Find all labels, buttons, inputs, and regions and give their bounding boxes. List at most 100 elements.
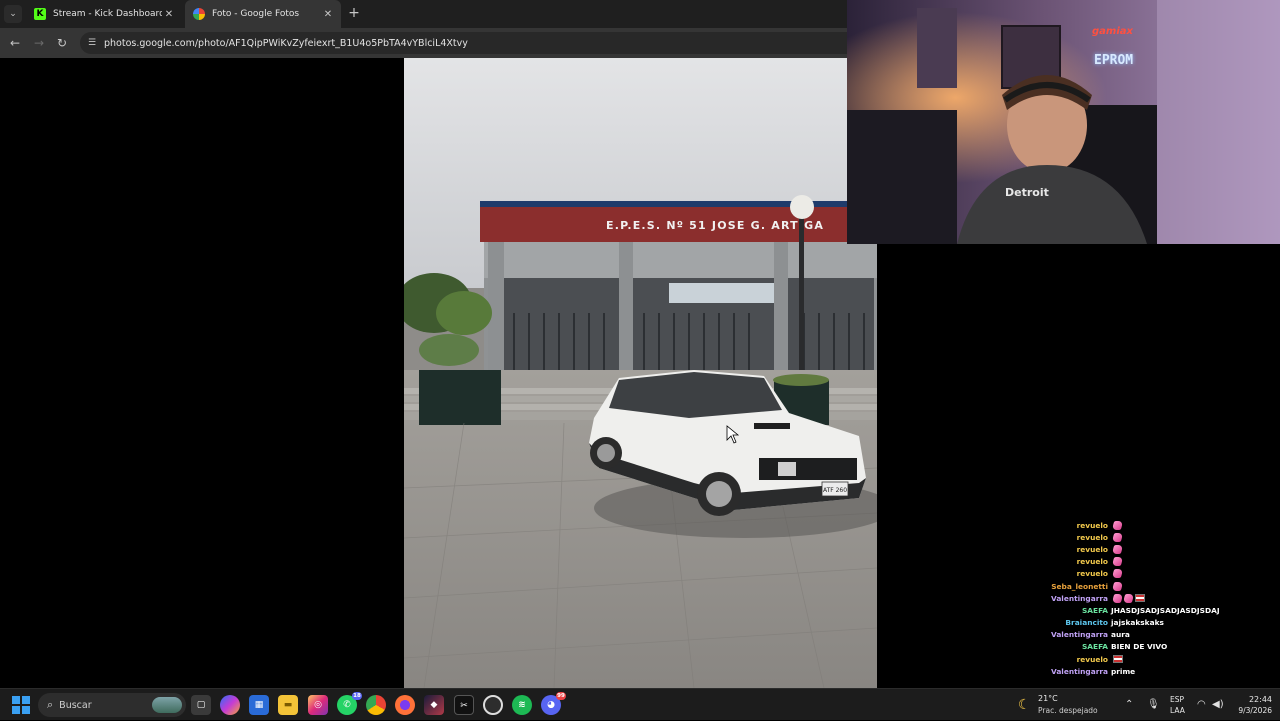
chat-username[interactable]: revuelo xyxy=(1040,655,1111,664)
chat-username[interactable]: Braiancito xyxy=(1040,618,1111,627)
clock[interactable]: 22:44 9/3/2026 xyxy=(1232,689,1272,721)
search-highlight-image xyxy=(152,697,182,713)
webcam-brand-logo: gamiax xyxy=(1092,26,1133,37)
discord-badge: 99 xyxy=(556,692,566,700)
tab-title: Foto - Google Fotos xyxy=(212,9,300,19)
neon-sign: EPROM xyxy=(1094,53,1134,68)
building-sign-text: E.P.E.S. Nº 51 JOSE G. ARTIGA xyxy=(606,219,824,232)
flag-emote-icon xyxy=(1135,594,1145,603)
instagram-icon[interactable]: ◎ xyxy=(308,695,328,715)
chat-username[interactable]: revuelo xyxy=(1040,521,1111,530)
chat-message: SAEFA JHASDJSADJSADJASDJSDAJ xyxy=(1040,604,1280,616)
chat-username[interactable]: revuelo xyxy=(1040,569,1111,578)
chrome-icon[interactable] xyxy=(366,695,386,715)
emote-icon xyxy=(1111,557,1124,567)
lamp-post xyxy=(799,213,804,378)
chat-username[interactable]: Valentingarra xyxy=(1040,667,1111,676)
weather-widget[interactable]: ☾ 21°C Prac. despejado xyxy=(1016,689,1116,721)
google-photos-icon xyxy=(193,8,205,20)
column xyxy=(619,242,633,374)
search-icon: ⌕ xyxy=(47,698,54,711)
bush xyxy=(419,334,479,366)
shelf xyxy=(917,8,957,88)
weather-moon-icon: ☾ xyxy=(1018,697,1031,713)
chat-username[interactable]: Seba_leonetti xyxy=(1040,582,1111,591)
car-grille xyxy=(759,458,857,480)
chat-username[interactable]: SAEFA xyxy=(1040,606,1111,615)
whatsapp-icon[interactable]: ✆ 18 xyxy=(337,692,362,715)
chat-text: jajskakskaks xyxy=(1111,618,1164,627)
emote-icon xyxy=(1111,593,1124,603)
address-bar[interactable]: ☰ photos.google.com/photo/AF1QipPWiKvZyf… xyxy=(80,32,847,54)
chat-message: revuelo xyxy=(1040,653,1280,665)
chat-username[interactable]: revuelo xyxy=(1040,533,1111,542)
gaming-chair-left xyxy=(847,110,957,244)
chat-message-text: JHASDJSADJSADJASDJSDAJ xyxy=(1111,605,1220,615)
reload-icon[interactable]: ↻ xyxy=(53,34,71,52)
photo-scene: E.P.E.S. Nº 51 JOSE G. ARTIGA ATF 260 xyxy=(404,58,877,688)
close-tab-icon[interactable]: ✕ xyxy=(321,9,335,20)
volume-icon[interactable]: ◀) xyxy=(1212,699,1224,710)
chat-message: revuelo xyxy=(1040,531,1280,543)
chat-message-text: jajskakskaks xyxy=(1111,618,1164,628)
chat-text xyxy=(1111,655,1123,664)
chat-username[interactable]: Valentingarra xyxy=(1040,630,1111,639)
chat-username[interactable]: SAEFA xyxy=(1040,642,1111,651)
chat-overlay: revuelo revuelo revuelo revuelo revuelo Seba_… xyxy=(1040,519,1280,677)
back-arrow-icon[interactable]: ← xyxy=(6,34,24,52)
chat-message: Valentingarra xyxy=(1040,592,1280,604)
store-icon[interactable]: ▦ xyxy=(249,695,269,715)
taskbar-search[interactable]: ⌕ Buscar xyxy=(38,693,186,717)
tree xyxy=(436,291,492,335)
chat-text: aura xyxy=(1111,630,1130,639)
tab-search-chevron-icon[interactable]: ⌄ xyxy=(4,5,22,23)
taskbar: ⌕ Buscar ▢ ▦ ▬ ◎ ✆ 18 ◆ ✂ ≋ ◕ 99 ☾ 21°C Pr… xyxy=(0,688,1280,720)
chat-username[interactable]: revuelo xyxy=(1040,545,1111,554)
windows-start-icon[interactable] xyxy=(12,696,30,714)
chat-username[interactable]: revuelo xyxy=(1040,557,1111,566)
site-info-icon[interactable]: ☰ xyxy=(86,38,98,48)
car-hood-vent xyxy=(754,423,790,429)
copilot-icon[interactable] xyxy=(220,695,240,715)
emote-icon xyxy=(1111,520,1124,530)
spotify-icon[interactable]: ≋ xyxy=(512,695,532,715)
chat-username[interactable]: Valentingarra xyxy=(1040,594,1111,603)
chat-message: SAEFA BIEN DE VIVO xyxy=(1040,641,1280,653)
capcut-icon[interactable]: ✂ xyxy=(454,695,474,715)
chevron-up-icon[interactable]: ⌃ xyxy=(1125,699,1133,710)
chat-text: JHASDJSADJSADJASDJSDAJ xyxy=(1111,606,1220,615)
chat-message: revuelo xyxy=(1040,568,1280,580)
chat-message: revuelo xyxy=(1040,543,1280,555)
chat-text xyxy=(1111,557,1124,567)
new-tab-plus-icon[interactable]: + xyxy=(345,5,363,23)
obs-icon[interactable] xyxy=(483,695,503,715)
chat-text: prime xyxy=(1111,667,1135,676)
app-icon[interactable]: ◆ xyxy=(424,695,444,715)
webcam-overlay: Detroit gamiax EPROM xyxy=(847,0,1280,244)
discord-icon[interactable]: ◕ 99 xyxy=(541,692,566,715)
webcam-scene: Detroit xyxy=(847,0,1280,244)
chat-text xyxy=(1111,581,1124,591)
close-tab-icon[interactable]: ✕ xyxy=(162,9,176,20)
kick-icon: K xyxy=(34,8,46,20)
microphone-icon[interactable]: 🎙 xyxy=(1147,699,1160,710)
browser-toolbar: ← → ↻ ☰ photos.google.com/photo/AF1QipPW… xyxy=(0,28,847,58)
browser-tab-strip: ⌄ K Stream - Kick Dashboard ✕ Foto - Goo… xyxy=(0,0,847,28)
firefox-icon[interactable] xyxy=(395,695,415,715)
chat-text: BIEN DE VIVO xyxy=(1111,642,1167,651)
column xyxy=(774,242,788,374)
chat-message: Seba_leonetti xyxy=(1040,580,1280,592)
forward-arrow-icon[interactable]: → xyxy=(30,34,48,52)
chat-message-text: prime xyxy=(1111,666,1136,676)
weather-temp: 21°C xyxy=(1038,694,1058,703)
language-indicator[interactable]: ESP LAA xyxy=(1168,689,1192,721)
url-text: photos.google.com/photo/AF1QipPWiKvZyfei… xyxy=(104,37,468,49)
photo-image[interactable]: E.P.E.S. Nº 51 JOSE G. ARTIGA ATF 260 xyxy=(404,58,877,688)
emote-icon xyxy=(1111,581,1124,591)
chat-message-text: aura xyxy=(1111,630,1130,640)
wifi-icon[interactable]: ◠ xyxy=(1197,699,1206,710)
tab-kick-dashboard[interactable]: K Stream - Kick Dashboard ✕ xyxy=(26,0,182,28)
file-explorer-icon[interactable]: ▬ xyxy=(278,695,298,715)
tab-google-photos[interactable]: Foto - Google Fotos ✕ xyxy=(185,0,341,28)
task-view-icon[interactable]: ▢ xyxy=(191,695,211,715)
